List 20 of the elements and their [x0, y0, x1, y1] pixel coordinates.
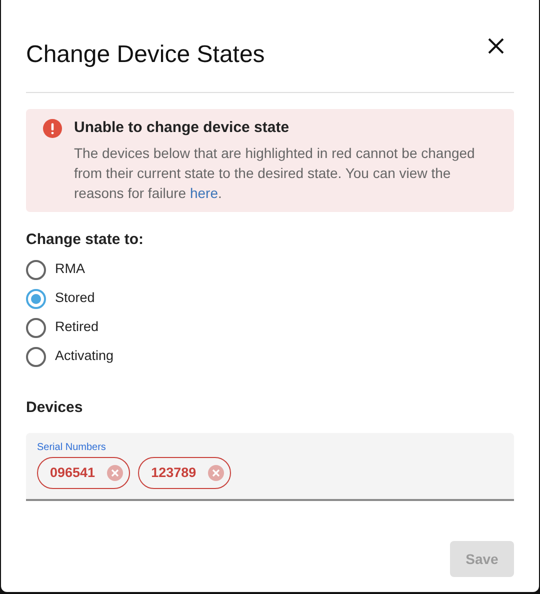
section-heading: Devices [26, 398, 84, 418]
close-icon [488, 38, 504, 54]
radio-option[interactable]: Activating [26, 342, 114, 371]
failure-reasons-link[interactable]: here [190, 185, 218, 201]
error-icon [43, 119, 62, 138]
serial-number-chip[interactable]: 123789 [138, 457, 232, 489]
alert-title: Unable to change device state [74, 118, 290, 138]
radio-option[interactable]: Stored [26, 284, 95, 313]
field-label: Serial Numbers [37, 442, 107, 454]
radio-button[interactable] [26, 260, 46, 280]
radio-button[interactable] [26, 318, 46, 338]
radio-option[interactable]: RMA [26, 255, 85, 284]
serial-number-chip[interactable]: 096541 [37, 457, 130, 489]
alert-message: The devices below that are highlighted in red cannot be changed from their current state to the desired state. You can view the reasons for failure here. [74, 144, 476, 203]
radio-button[interactable] [26, 346, 46, 366]
group-label: Change state to: [26, 230, 145, 250]
dialog-title: Change Device States [26, 40, 265, 70]
serial-numbers-field[interactable]: Serial Numbers 096541 123789 [26, 433, 514, 501]
radio-button[interactable] [26, 288, 46, 308]
radio-option[interactable]: Retired [26, 313, 99, 342]
